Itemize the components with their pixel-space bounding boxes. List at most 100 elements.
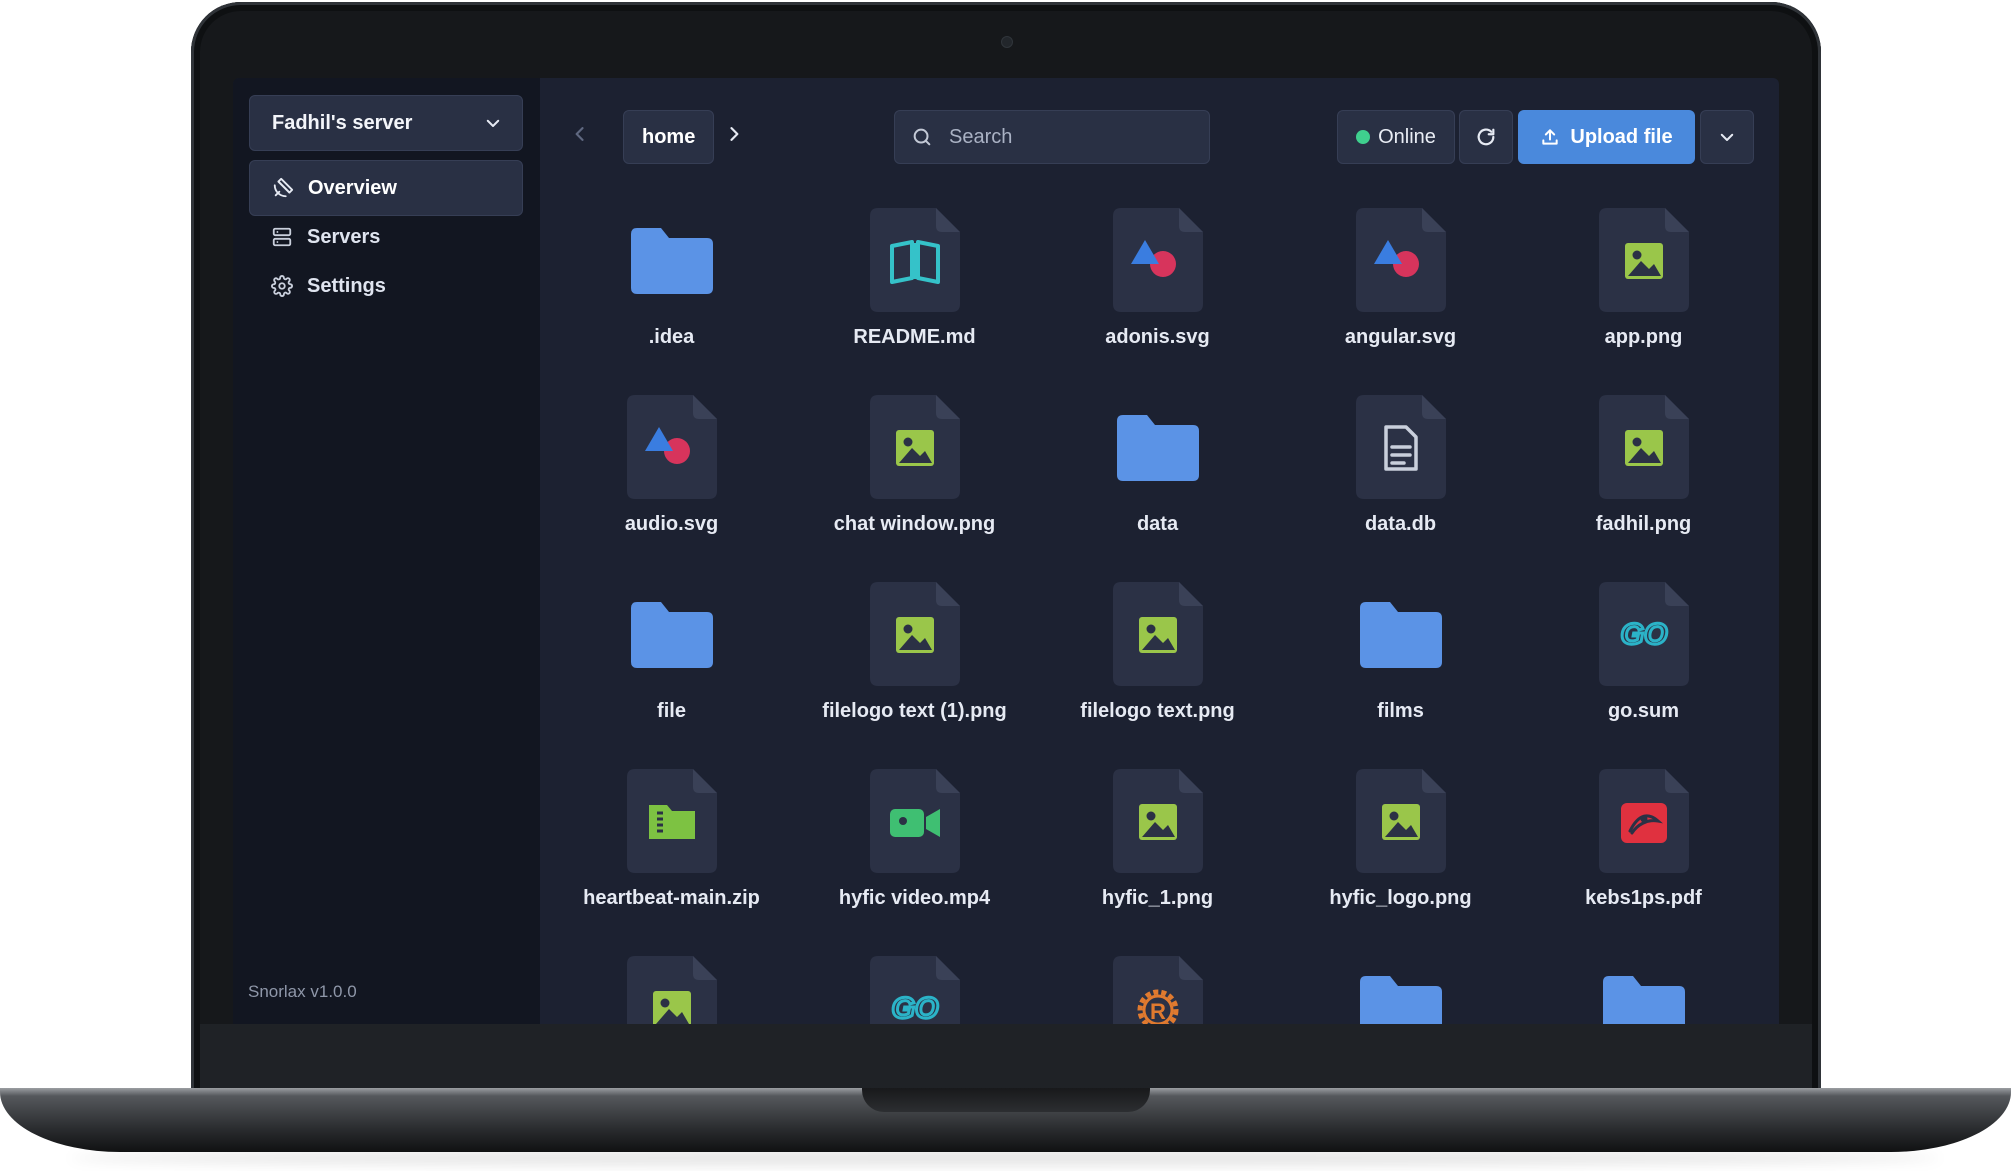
image-icon xyxy=(1346,766,1456,876)
file-grid: .idea README.md adonis.svg angular.svg app.p… xyxy=(550,205,1775,1024)
file-name: hyfic_1.png xyxy=(1101,887,1214,909)
vector-icon xyxy=(1103,205,1213,315)
file-name: data.db xyxy=(1364,513,1437,535)
file-browser: home Online Upload file xyxy=(540,78,1779,1024)
file-item[interactable]: data xyxy=(1036,392,1279,579)
svg-text:GO: GO xyxy=(1620,618,1667,651)
file-name: .idea xyxy=(648,326,695,348)
image-icon xyxy=(1589,392,1699,502)
file-item[interactable] xyxy=(1522,953,1765,1024)
back-button[interactable] xyxy=(562,108,598,160)
breadcrumb-item: home xyxy=(642,125,696,148)
file-item[interactable]: heartbeat-main.zip xyxy=(550,766,793,953)
file-name: filelogo text (1).png xyxy=(822,700,1007,722)
server-select[interactable]: Fadhil's server xyxy=(249,95,523,151)
upload-file-button[interactable]: Upload file xyxy=(1518,110,1695,164)
archive-icon xyxy=(617,766,727,876)
file-name: app.png xyxy=(1604,326,1683,348)
file-item[interactable]: GO go.sum xyxy=(1522,579,1765,766)
gear-icon xyxy=(271,275,293,297)
file-item[interactable]: data.db xyxy=(1279,392,1522,579)
go-icon: GO xyxy=(1589,579,1699,689)
satellite-icon xyxy=(273,177,294,198)
more-options-button[interactable] xyxy=(1700,110,1754,164)
forward-button[interactable] xyxy=(716,108,752,160)
file-item[interactable] xyxy=(550,953,793,1024)
svg-text:R: R xyxy=(1150,999,1166,1024)
file-item[interactable]: chat window.png xyxy=(793,392,1036,579)
laptop-chin xyxy=(200,1024,1812,1090)
file-name: chat window.png xyxy=(833,513,996,535)
file-item[interactable]: hyfic video.mp4 xyxy=(793,766,1036,953)
pdf-icon xyxy=(1589,766,1699,876)
sidebar-item-servers[interactable]: Servers xyxy=(249,209,523,265)
file-item[interactable]: kebs1ps.pdf xyxy=(1522,766,1765,953)
image-icon xyxy=(860,392,970,502)
file-item[interactable]: filelogo text.png xyxy=(1036,579,1279,766)
file-item[interactable]: angular.svg xyxy=(1279,205,1522,392)
file-name: filelogo text.png xyxy=(1080,700,1235,722)
file-item[interactable]: R xyxy=(1036,953,1279,1024)
file-item[interactable] xyxy=(1279,953,1522,1024)
file-item[interactable]: hyfic_1.png xyxy=(1036,766,1279,953)
file-name: audio.svg xyxy=(624,513,719,535)
refresh-button[interactable] xyxy=(1459,110,1513,164)
document-icon xyxy=(1346,392,1456,502)
file-name: kebs1ps.pdf xyxy=(1585,887,1702,909)
file-item[interactable]: .idea xyxy=(550,205,793,392)
folder-icon xyxy=(1103,392,1213,502)
file-item[interactable]: hyfic_logo.png xyxy=(1279,766,1522,953)
laptop-shadow xyxy=(70,1150,1940,1166)
search-input[interactable] xyxy=(947,124,1181,150)
image-icon xyxy=(1589,205,1699,315)
camera xyxy=(1001,36,1013,48)
file-name: fadhil.png xyxy=(1595,513,1692,535)
upload-icon xyxy=(1542,129,1559,145)
file-item[interactable]: filelogo text (1).png xyxy=(793,579,1036,766)
app-version: Snorlax v1.0.0 xyxy=(248,982,357,1001)
chevron-down-icon xyxy=(1720,133,1734,141)
toolbar: home Online Upload file xyxy=(540,78,1779,196)
upload-file-label: Upload file xyxy=(1570,125,1673,148)
go-icon: GO xyxy=(860,953,970,1024)
video-icon xyxy=(860,766,970,876)
file-name: README.md xyxy=(853,326,976,348)
vector-icon xyxy=(1346,205,1456,315)
file-item[interactable]: file xyxy=(550,579,793,766)
file-item[interactable]: README.md xyxy=(793,205,1036,392)
file-item[interactable]: films xyxy=(1279,579,1522,766)
vector-icon xyxy=(617,392,727,502)
file-name: films xyxy=(1377,700,1424,722)
sidebar-item-settings[interactable]: Settings xyxy=(249,258,523,314)
file-item[interactable]: fadhil.png xyxy=(1522,392,1765,579)
file-name: go.sum xyxy=(1607,700,1680,722)
svg-text:GO: GO xyxy=(891,992,938,1024)
sidebar-item-label: Settings xyxy=(307,274,386,297)
book-icon xyxy=(860,205,970,315)
chevron-right-icon xyxy=(730,127,739,141)
laptop-notch xyxy=(862,1088,1150,1112)
folder-icon xyxy=(617,205,727,315)
screen: Fadhil's server Overview Servers Setting… xyxy=(233,78,1779,1024)
server-icon xyxy=(272,227,292,247)
sidebar-item-overview[interactable]: Overview xyxy=(249,160,523,216)
file-item[interactable]: audio.svg xyxy=(550,392,793,579)
sidebar: Fadhil's server Overview Servers Setting… xyxy=(233,78,540,1024)
sidebar-item-label: Overview xyxy=(308,176,397,199)
file-item[interactable]: GO xyxy=(793,953,1036,1024)
folder-icon xyxy=(1346,579,1456,689)
chevron-down-icon xyxy=(486,119,500,127)
folder-icon xyxy=(617,579,727,689)
file-name: data xyxy=(1136,513,1179,535)
breadcrumb[interactable]: home xyxy=(623,110,715,164)
file-item[interactable]: app.png xyxy=(1522,205,1765,392)
image-icon xyxy=(1103,579,1213,689)
status-label: Online xyxy=(1378,125,1436,148)
image-icon xyxy=(860,579,970,689)
folder-icon xyxy=(1589,953,1699,1024)
file-name: file xyxy=(657,700,686,722)
file-item[interactable]: adonis.svg xyxy=(1036,205,1279,392)
rust-icon: R xyxy=(1103,953,1213,1024)
file-name: heartbeat-main.zip xyxy=(583,887,760,909)
file-name: hyfic_logo.png xyxy=(1329,887,1472,909)
